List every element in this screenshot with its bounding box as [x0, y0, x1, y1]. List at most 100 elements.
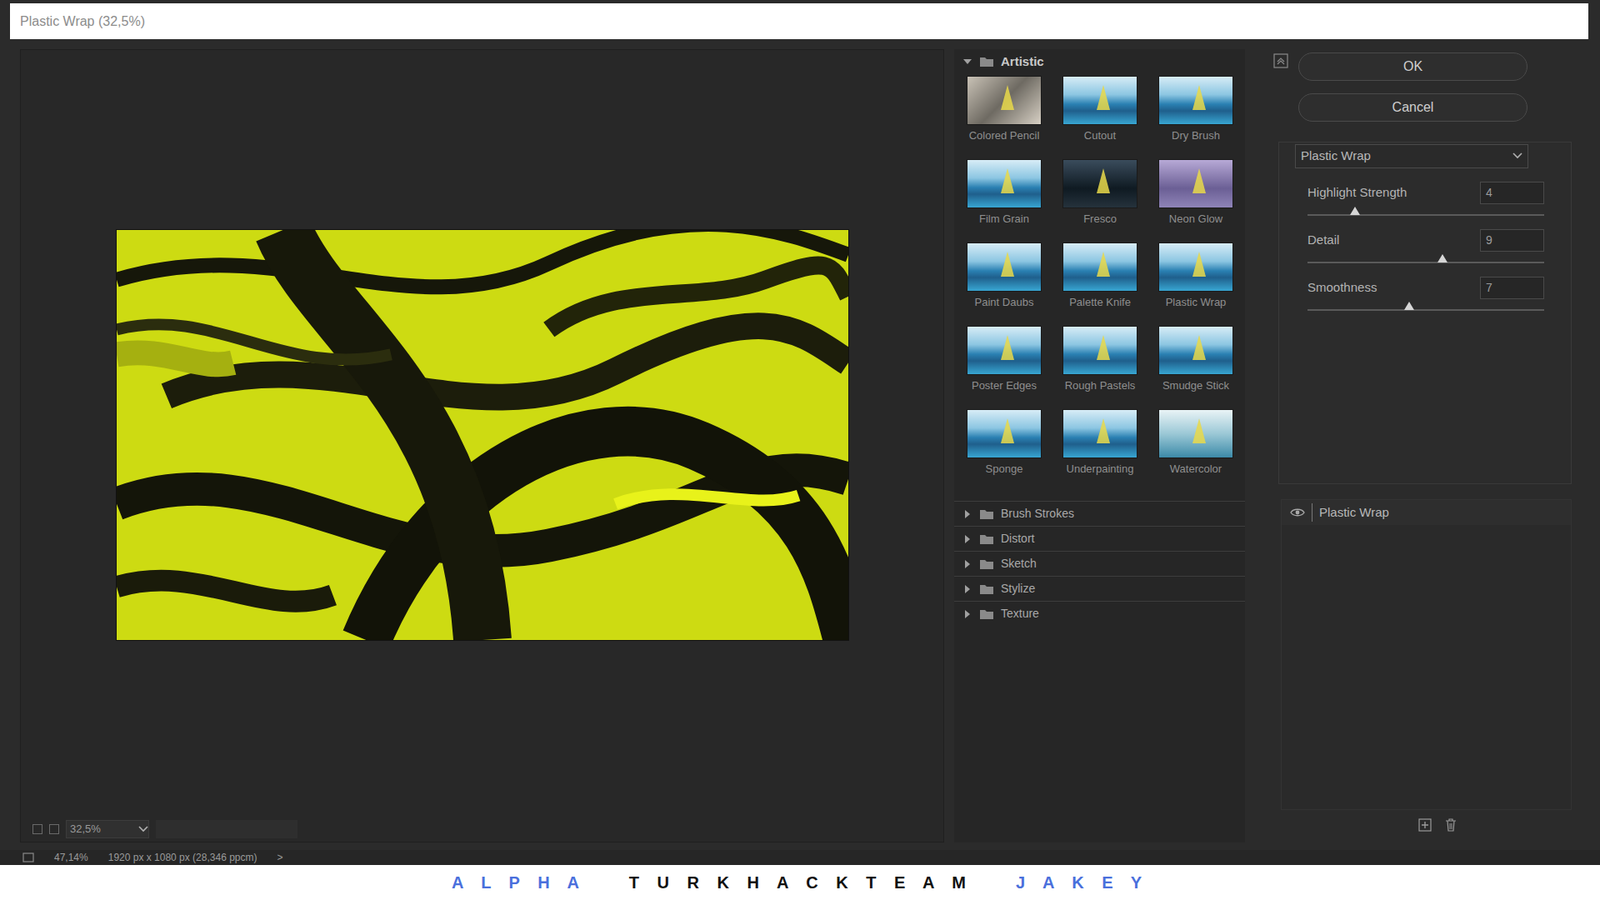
filter-thumbnail[interactable] [1062, 75, 1138, 125]
category-header[interactable]: Stylize [954, 575, 1245, 601]
parameter-row: Detail 9 [1279, 219, 1571, 267]
filter-name: Colored Pencil [969, 127, 1040, 145]
expand-arrow-icon[interactable] [962, 584, 973, 595]
dialog-body: 32,5% Artistic Colored Pencil Cutout Dry Br… [0, 39, 1600, 850]
filter-item[interactable]: Sponge [966, 409, 1042, 493]
parameter-slider[interactable] [1307, 261, 1545, 264]
expand-arrow-icon[interactable] [962, 559, 973, 570]
filter-item[interactable]: Fresco [1062, 159, 1138, 243]
slider-thumb[interactable] [1437, 254, 1448, 263]
dropdown-caret-icon[interactable] [138, 825, 149, 833]
filter-thumbnail[interactable] [1062, 325, 1138, 375]
expand-arrow-icon[interactable] [962, 534, 973, 545]
title-bar: Plastic Wrap (32,5%) [10, 3, 1589, 40]
category-header[interactable]: Sketch [954, 550, 1245, 576]
status-bar: 47,14%1920 px x 1080 px (28,346 ppcm)> [0, 850, 1600, 865]
filter-thumbnail[interactable] [966, 159, 1042, 209]
filter-name: Palette Knife [1069, 294, 1131, 311]
filter-thumbnail[interactable] [1158, 325, 1234, 375]
category-name: Sketch [1000, 555, 1037, 573]
slider-thumb[interactable] [1404, 301, 1415, 310]
visibility-eye-icon[interactable] [1290, 507, 1305, 518]
filter-thumbnail[interactable] [1062, 159, 1138, 209]
dropdown-caret-icon[interactable] [1512, 152, 1523, 160]
filter-item[interactable]: Colored Pencil [966, 75, 1042, 160]
category-header[interactable]: Texture [954, 600, 1245, 626]
filter-item[interactable]: Rough Pastels [1062, 325, 1138, 410]
filter-thumbnail[interactable] [1158, 75, 1234, 125]
filter-item[interactable]: Plastic Wrap [1158, 242, 1234, 326]
filter-name: Fresco [1083, 210, 1117, 228]
parameter-value-field[interactable]: 7 [1480, 276, 1545, 300]
layer-actions [1265, 810, 1582, 840]
collapse-panel-icon[interactable] [1272, 52, 1290, 70]
filter-item[interactable]: Neon Glow [1158, 159, 1234, 243]
delete-effect-layer-icon[interactable] [1445, 818, 1457, 832]
filter-thumbnail[interactable] [1158, 242, 1234, 292]
parameter-header: Smoothness 7 [1307, 276, 1545, 300]
filter-item[interactable]: Paint Daubs [966, 242, 1042, 326]
window-title: Plastic Wrap (32,5%) [20, 11, 145, 32]
filter-grid: Colored Pencil Cutout Dry Brush Film Grain F… [954, 74, 1245, 501]
expand-arrow-icon[interactable] [962, 609, 973, 620]
category-header[interactable]: Distort [954, 525, 1245, 551]
filter-thumbnail[interactable] [1158, 409, 1234, 459]
parameter-row: Highlight Strength 4 [1279, 171, 1571, 220]
slider-fill [1307, 214, 1355, 216]
preview-toolbar-fill [155, 820, 298, 839]
slider-thumb[interactable] [1350, 206, 1360, 215]
filter-item[interactable]: Dry Brush [1158, 75, 1234, 160]
effect-layer-row[interactable]: Plastic Wrap [1281, 500, 1571, 525]
folder-icon [979, 508, 995, 520]
parameter-label: Detail [1307, 230, 1340, 250]
filter-item[interactable]: Underpainting [1062, 409, 1138, 493]
filter-name: Cutout [1084, 127, 1116, 145]
category-name: Brush Strokes [1000, 505, 1075, 523]
filter-thumbnail[interactable] [966, 409, 1042, 459]
button-stack: OK Cancel [1298, 52, 1528, 122]
preview-image [115, 229, 850, 641]
expand-arrow-icon[interactable] [962, 509, 973, 520]
parameter-slider[interactable] [1307, 309, 1545, 311]
cancel-button[interactable]: Cancel [1298, 93, 1528, 122]
filter-item[interactable]: Poster Edges [966, 325, 1042, 410]
category-header[interactable]: Brush Strokes [954, 500, 1245, 526]
filter-item[interactable]: Cutout [1062, 75, 1138, 160]
preview-canvas[interactable] [20, 50, 944, 820]
zoom-out-icon[interactable] [32, 824, 43, 835]
new-effect-layer-icon[interactable] [1418, 818, 1432, 832]
filter-thumbnail[interactable] [1062, 409, 1138, 459]
filter-item[interactable]: Film Grain [966, 159, 1042, 243]
filter-dropdown[interactable]: Plastic Wrap [1295, 144, 1529, 169]
ok-button[interactable]: OK [1298, 52, 1528, 81]
filter-settings: Plastic Wrap Highlight Strength 4 Detail 9 Sm… [1278, 141, 1572, 485]
layer-separator [1311, 503, 1313, 522]
filter-item[interactable]: Watercolor [1158, 409, 1234, 493]
zoom-in-icon[interactable] [49, 824, 60, 835]
status-menu-arrow[interactable]: > [276, 850, 283, 865]
filter-thumbnail[interactable] [966, 242, 1042, 292]
preview-panel: 32,5% [20, 49, 945, 843]
parameter-value-field[interactable]: 9 [1480, 229, 1545, 252]
filter-thumbnail[interactable] [1062, 242, 1138, 292]
filter-item[interactable]: Palette Knife [1062, 242, 1138, 326]
filter-name: Plastic Wrap [1165, 294, 1227, 311]
parameter-list: Highlight Strength 4 Detail 9 Smoothness 7 [1279, 171, 1571, 315]
zoom-select[interactable]: 32,5% [65, 820, 150, 839]
folder-icon [979, 55, 995, 68]
collapse-arrow-icon[interactable] [962, 56, 973, 67]
filter-thumbnail[interactable] [966, 75, 1042, 125]
filter-thumbnail[interactable] [1158, 159, 1234, 209]
filter-item[interactable]: Smudge Stick [1158, 325, 1234, 410]
document-info: 1920 px x 1080 px (28,346 ppcm) [108, 850, 258, 865]
watermark-bar: A L P H AT U R K H A C K T E A MJ A K E … [0, 865, 1600, 900]
filter-thumbnail[interactable] [966, 325, 1042, 375]
category-header[interactable]: Artistic [954, 49, 1245, 75]
parameter-slider[interactable] [1307, 214, 1545, 216]
parameter-label: Highlight Strength [1307, 183, 1407, 203]
parameter-label: Smoothness [1307, 278, 1377, 298]
slider-fill [1307, 261, 1443, 264]
filter-name: Smudge Stick [1162, 377, 1230, 395]
button-area: OK Cancel [1265, 52, 1582, 122]
parameter-value-field[interactable]: 4 [1480, 181, 1545, 205]
